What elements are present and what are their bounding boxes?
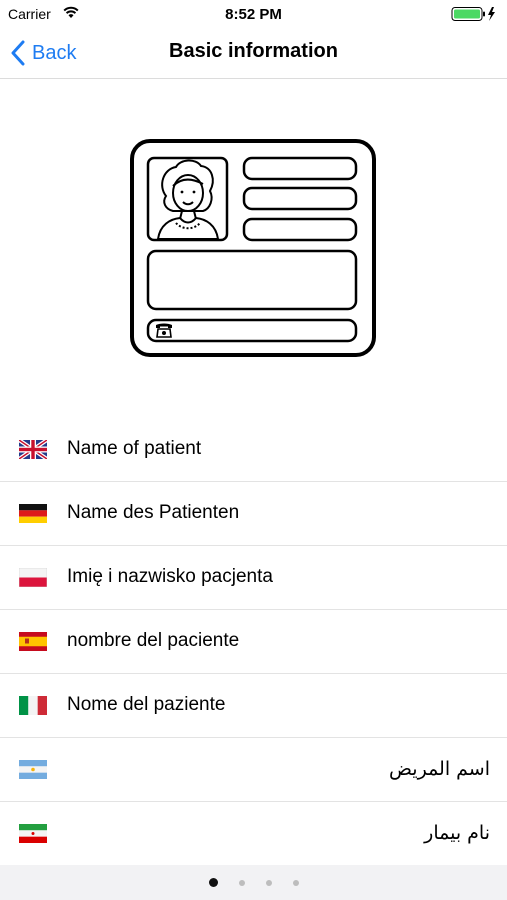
list-item-label: Name des Patienten bbox=[67, 502, 240, 523]
list-item-german[interactable]: Name des Patienten bbox=[0, 482, 507, 546]
spain-flag-icon bbox=[19, 632, 47, 651]
list-item-label: Name of patient bbox=[67, 438, 202, 459]
page-dot-active[interactable] bbox=[208, 878, 218, 887]
list-item-label: nombre del paciente bbox=[67, 630, 240, 651]
status-bar: Carrier 8:52 PM bbox=[0, 0, 507, 28]
list-item-label: اسم المريض bbox=[389, 758, 490, 780]
list-item-english[interactable]: Name of patient bbox=[0, 418, 507, 482]
battery-icon bbox=[451, 7, 495, 21]
list-item-italian[interactable]: Nome del paziente bbox=[0, 674, 507, 738]
list-item-spanish[interactable]: nombre del paciente bbox=[0, 610, 507, 674]
argentina-flag-icon bbox=[19, 760, 47, 779]
list-item-polish[interactable]: Imię i nazwisko pacjenta bbox=[0, 546, 507, 610]
language-list: Name of patient Name des Patienten Imię … bbox=[0, 418, 507, 865]
list-item-label: نام بیمار bbox=[424, 822, 490, 844]
page-title: Basic information bbox=[169, 40, 338, 62]
page-dot[interactable] bbox=[238, 879, 245, 886]
iran-flag-icon bbox=[19, 824, 47, 843]
portrait-icon bbox=[156, 159, 220, 240]
list-item-persian[interactable]: نام بیمار bbox=[0, 802, 507, 865]
clock: 8:52 PM bbox=[225, 6, 282, 23]
uk-flag-icon bbox=[19, 440, 47, 459]
page-dot[interactable] bbox=[265, 879, 272, 886]
list-item-label: Nome del paziente bbox=[67, 694, 226, 715]
italy-flag-icon bbox=[19, 696, 47, 715]
germany-flag-icon bbox=[19, 504, 47, 523]
poland-flag-icon bbox=[19, 568, 47, 587]
page-indicator[interactable] bbox=[0, 865, 507, 900]
navigation-bar: Back Basic information bbox=[0, 28, 507, 79]
list-item-arabic[interactable]: اسم المريض bbox=[0, 738, 507, 802]
list-item-label: Imię i nazwisko pacjenta bbox=[67, 566, 273, 587]
page-dot[interactable] bbox=[292, 879, 299, 886]
id-card-illustration bbox=[130, 139, 376, 357]
